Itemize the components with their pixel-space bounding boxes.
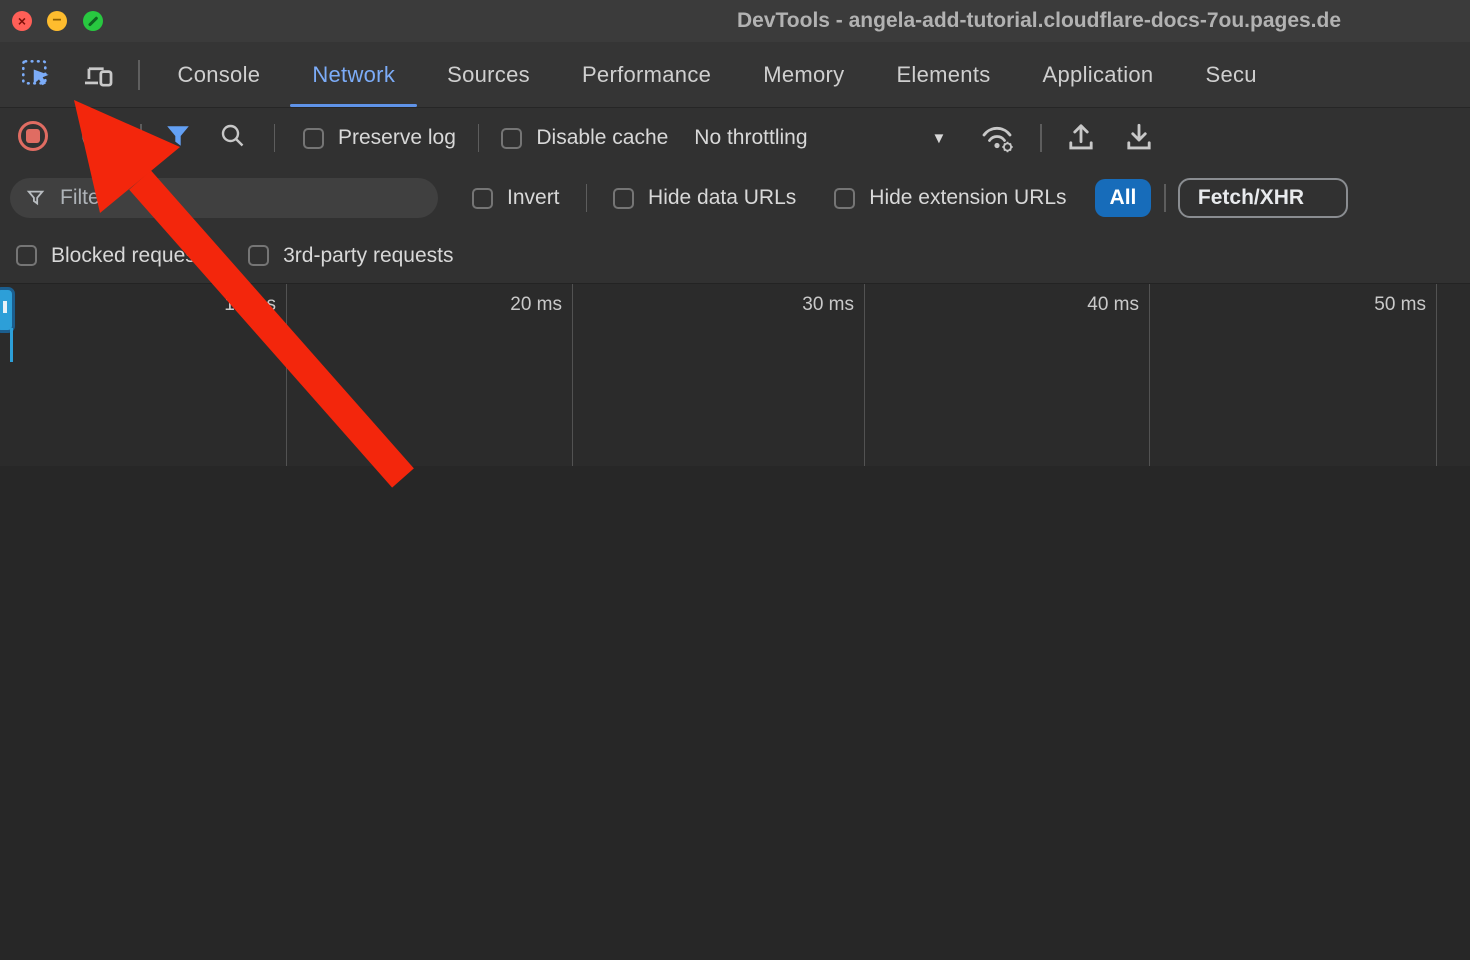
minimize-icon: − — [47, 11, 67, 31]
inspect-element-button[interactable] — [18, 55, 54, 95]
overview-selection-fragment — [0, 287, 15, 333]
zoom-window-button[interactable] — [83, 11, 103, 31]
filter-input-container — [10, 178, 438, 218]
network-filter-bar-secondary: Blocked requests 3rd-party requests — [0, 228, 1470, 283]
toolbar-separator — [478, 124, 480, 152]
network-overview-timeline[interactable]: 10 ms 20 ms 30 ms 40 ms 50 ms — [0, 283, 1470, 467]
network-requests-panel: Recordi Perform a request — [0, 466, 1470, 960]
tab-security[interactable]: Secu — [1179, 42, 1282, 107]
network-filter-bar: Invert Hide data URLs Hide extension URL… — [0, 168, 1470, 228]
overview-column: 50 ms — [1150, 284, 1437, 466]
network-conditions-icon — [976, 118, 1018, 154]
third-party-requests-checkbox[interactable] — [248, 245, 269, 266]
panel-tabs: Console Network Sources Performance Memo… — [152, 42, 1283, 107]
toolbar-separator — [1164, 184, 1166, 212]
upload-icon — [1064, 119, 1098, 153]
filter-funnel-icon — [164, 122, 192, 150]
invert-filter-label: Invert — [507, 186, 560, 210]
toolbar-separator — [1040, 124, 1042, 152]
tab-sources[interactable]: Sources — [421, 42, 556, 107]
preserve-log-checkbox[interactable] — [303, 128, 324, 149]
close-icon: × — [12, 11, 32, 31]
invert-filter-checkbox[interactable] — [472, 188, 493, 209]
inspect-cursor-icon — [20, 58, 53, 91]
device-toolbar-button[interactable] — [80, 55, 116, 95]
overview-selection-line — [10, 328, 13, 362]
filter-toggle-button[interactable] — [164, 122, 192, 155]
overview-column: 10 ms — [0, 284, 287, 466]
tab-memory[interactable]: Memory — [737, 42, 870, 107]
request-type-filter-fetch-xhr[interactable]: Fetch/XHR — [1178, 178, 1348, 218]
import-har-button[interactable] — [1064, 119, 1098, 158]
blocked-requests-label: Blocked requests — [51, 244, 212, 268]
clear-network-log-button[interactable] — [78, 118, 114, 159]
preserve-log-label: Preserve log — [338, 126, 456, 150]
disable-cache-label: Disable cache — [536, 126, 668, 150]
close-window-button[interactable]: × — [12, 11, 32, 31]
overview-column: 40 ms — [865, 284, 1150, 466]
blocked-requests-checkbox[interactable] — [16, 245, 37, 266]
toolbar-separator — [586, 184, 588, 212]
download-icon — [1122, 119, 1156, 153]
tab-elements[interactable]: Elements — [870, 42, 1016, 107]
filter-funnel-small-icon — [26, 187, 46, 209]
overview-column: 30 ms — [573, 284, 865, 466]
timeline-tick-label: 40 ms — [1087, 294, 1139, 316]
window-title: DevTools - angela-add-tutorial.cloudflar… — [737, 9, 1341, 33]
chevron-down-icon: ▼ — [931, 130, 946, 147]
hide-extension-urls-checkbox[interactable] — [834, 188, 855, 209]
filter-input[interactable] — [58, 185, 422, 211]
search-icon — [218, 121, 248, 151]
third-party-requests-label: 3rd-party requests — [283, 244, 453, 268]
timeline-tick-label: 50 ms — [1374, 294, 1426, 316]
hide-data-urls-checkbox[interactable] — [613, 188, 634, 209]
tab-console[interactable]: Console — [152, 42, 287, 107]
throttling-value: No throttling — [694, 126, 807, 150]
hide-extension-urls-label: Hide extension URLs — [869, 186, 1066, 210]
toolbar-separator — [274, 124, 276, 152]
clear-icon — [78, 118, 114, 154]
zoom-icon — [88, 16, 98, 26]
tab-performance[interactable]: Performance — [556, 42, 737, 107]
timeline-tick-label: 30 ms — [802, 294, 854, 316]
timeline-tick-label: 10 ms — [224, 294, 276, 316]
devtools-window: × − DevTools - angela-add-tutorial.cloud… — [0, 0, 1470, 960]
overview-column: 20 ms — [287, 284, 573, 466]
toolbar-separator — [140, 124, 142, 152]
disable-cache-checkbox[interactable] — [501, 128, 522, 149]
search-network-button[interactable] — [218, 121, 248, 156]
title-bar: × − DevTools - angela-add-tutorial.cloud… — [0, 0, 1470, 43]
tab-network[interactable]: Network — [286, 42, 421, 107]
request-type-filter-all[interactable]: All — [1095, 179, 1152, 217]
devtools-tab-bar: Console Network Sources Performance Memo… — [0, 42, 1470, 108]
throttling-select[interactable]: No throttling ▼ — [694, 126, 946, 150]
hide-data-urls-label: Hide data URLs — [648, 186, 796, 210]
tab-application[interactable]: Application — [1017, 42, 1180, 107]
tab-bar-separator — [138, 60, 140, 90]
device-toolbar-icon — [81, 58, 115, 92]
network-conditions-button[interactable] — [976, 118, 1018, 159]
stop-recording-icon — [14, 117, 52, 155]
timeline-tick-label: 20 ms — [510, 294, 562, 316]
record-network-log-button[interactable] — [14, 117, 52, 160]
minimize-window-button[interactable]: − — [47, 11, 67, 31]
network-toolbar: Preserve log Disable cache No throttling… — [0, 108, 1470, 168]
export-har-button[interactable] — [1122, 119, 1156, 158]
